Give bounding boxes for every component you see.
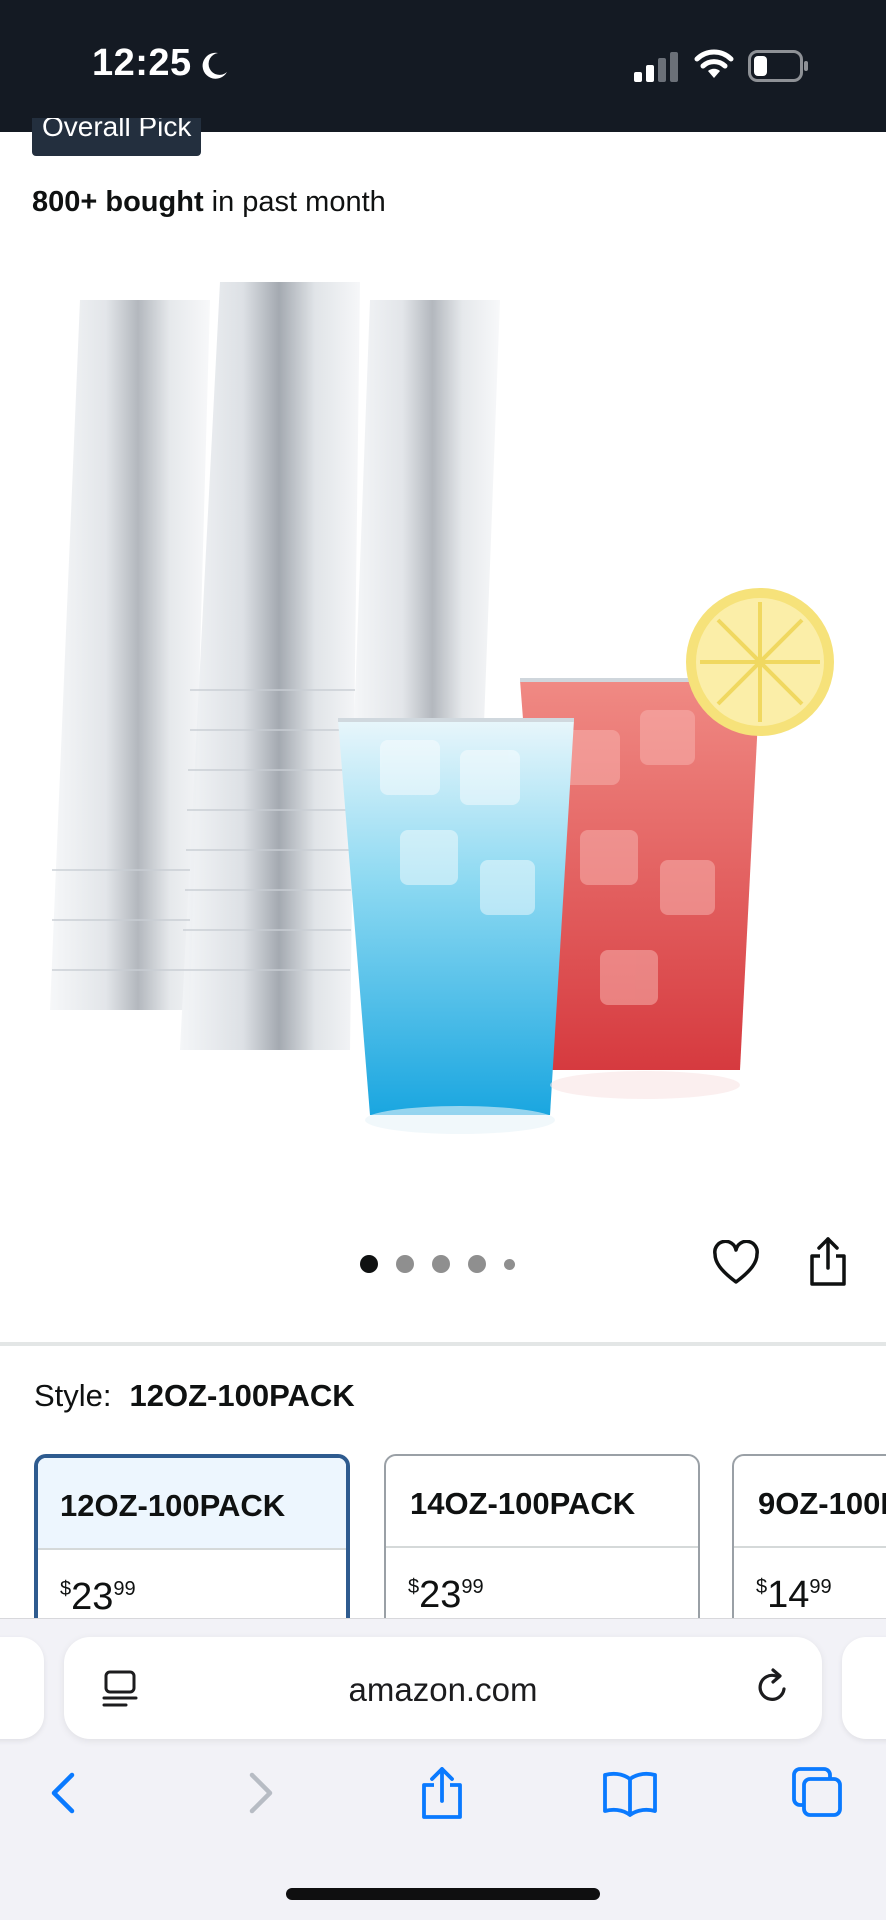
browser-toolbar: amazon.com <box>0 1618 886 1920</box>
price-fraction: 99 <box>809 1576 832 1598</box>
carousel-dot-1[interactable] <box>360 1255 378 1273</box>
price-fraction: 99 <box>113 1578 136 1600</box>
bought-count: 800+ bought in past month <box>32 186 386 219</box>
carousel-dot-3[interactable] <box>432 1255 450 1273</box>
moon-icon <box>202 52 227 79</box>
overall-pick-badge: Overall Pick <box>32 118 202 156</box>
style-label: Style: <box>34 1378 112 1413</box>
bought-bold: 800+ bought <box>32 186 204 218</box>
style-selected-value: 12OZ-100PACK <box>129 1378 355 1413</box>
next-tab-peek[interactable] <box>842 1637 886 1739</box>
previous-tab-peek[interactable] <box>0 1637 44 1739</box>
carousel-dots[interactable] <box>360 1254 515 1274</box>
style-option-name: 12OZ-100PACK <box>38 1458 346 1550</box>
price-fraction: 99 <box>461 1576 484 1598</box>
style-option-price: $2399 <box>386 1548 698 1617</box>
carousel-dot-2[interactable] <box>396 1255 414 1273</box>
url-text[interactable]: amazon.com <box>64 1671 822 1709</box>
carousel-dot-5[interactable] <box>504 1258 515 1270</box>
share-icon[interactable] <box>414 1765 470 1821</box>
style-option-price: $2399 <box>38 1550 346 1619</box>
section-divider <box>0 1342 886 1346</box>
product-image[interactable] <box>40 270 850 1170</box>
share-icon[interactable] <box>806 1236 850 1288</box>
heart-icon[interactable] <box>712 1240 760 1286</box>
carousel-dot-4[interactable] <box>468 1255 486 1273</box>
style-option-name: 14OZ-100PACK <box>386 1456 698 1548</box>
wifi-icon <box>694 49 734 78</box>
home-indicator <box>286 1888 600 1900</box>
forward-icon[interactable] <box>230 1765 286 1821</box>
price-whole: 23 <box>419 1574 462 1616</box>
signal-icon <box>634 52 678 82</box>
price-whole: 23 <box>71 1576 114 1618</box>
status-bar: 12:25 <box>0 0 886 132</box>
status-time: 12:25 <box>92 42 192 84</box>
tabs-icon[interactable] <box>790 1765 846 1821</box>
battery-icon <box>748 50 808 82</box>
style-option-price: $1499 <box>734 1548 886 1617</box>
address-bar[interactable]: amazon.com <box>64 1637 822 1739</box>
currency-symbol: $ <box>60 1578 72 1600</box>
bought-rest: in past month <box>203 186 386 218</box>
style-row: Style: 12OZ-100PACK <box>34 1378 355 1414</box>
currency-symbol: $ <box>756 1576 768 1598</box>
reload-icon[interactable] <box>752 1667 792 1707</box>
style-option-name: 9OZ-100PACK <box>734 1456 886 1548</box>
currency-symbol: $ <box>408 1576 420 1598</box>
price-whole: 14 <box>767 1574 810 1616</box>
bookmarks-icon[interactable] <box>602 1765 658 1821</box>
badge-label: Overall Pick <box>42 118 192 142</box>
back-icon[interactable] <box>38 1765 94 1821</box>
screen: 12:25 Overall Pick 800+ bought in past m… <box>0 0 886 1920</box>
